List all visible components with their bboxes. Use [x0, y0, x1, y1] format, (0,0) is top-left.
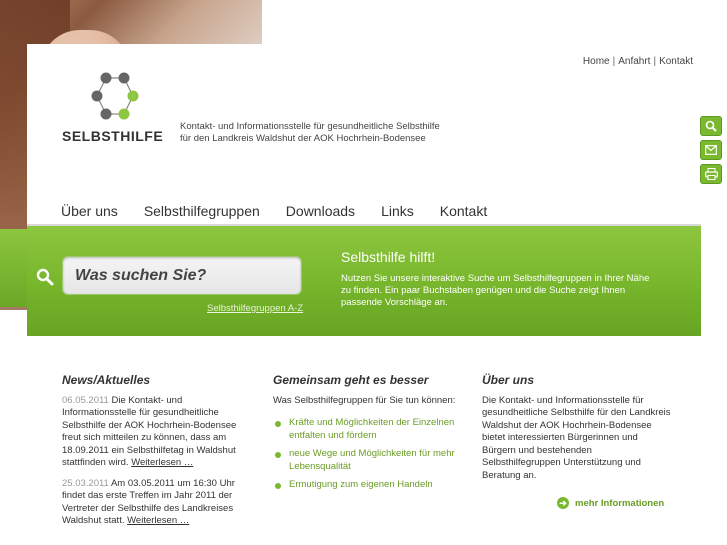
- list-item: neue Wege und Möglichkeiten für mehr Leb…: [273, 448, 458, 473]
- nav-item-selbsthilfegruppen[interactable]: Selbsthilfegruppen: [144, 203, 260, 219]
- tagline-line-2: für den Landkreis Waldshut der AOK Hochr…: [180, 133, 426, 144]
- top-navigation: Home | Anfahrt | Kontakt: [583, 56, 693, 67]
- ueber-column: Über uns Die Kontakt- und Informationsst…: [482, 374, 672, 482]
- side-print-button[interactable]: [700, 164, 722, 184]
- print-icon: [704, 168, 718, 180]
- side-search-button[interactable]: [700, 116, 722, 136]
- news-read-more-link[interactable]: Weiterlesen …: [127, 515, 189, 526]
- side-mail-button[interactable]: [700, 140, 722, 160]
- top-nav-kontakt[interactable]: Kontakt: [659, 56, 693, 67]
- gemeinsam-column: Gemeinsam geht es besser Was Selbsthilfe…: [273, 374, 458, 498]
- gemeinsam-title: Gemeinsam geht es besser: [273, 373, 429, 387]
- search-input[interactable]: [63, 257, 295, 294]
- hilft-title: Selbsthilfe hilft!: [341, 249, 436, 265]
- nav-item-kontakt[interactable]: Kontakt: [440, 203, 487, 219]
- gemeinsam-intro: Was Selbsthilfegruppen für Sie tun könne…: [273, 394, 456, 406]
- gemeinsam-list: Kräfte und Möglichkeiten der Einzelnen e…: [273, 417, 458, 492]
- tagline-line-1: Kontakt- und Informationsstelle für gesu…: [180, 121, 440, 132]
- nav-item-ueber-uns[interactable]: Über uns: [61, 203, 118, 219]
- nav-item-links[interactable]: Links: [381, 203, 414, 219]
- ueber-text: Die Kontakt- und Informationsstelle für …: [482, 394, 671, 481]
- more-information-link[interactable]: ➜ mehr Informationen: [557, 497, 664, 509]
- logo-text[interactable]: SELBSTHILFE: [62, 128, 163, 144]
- top-nav-home[interactable]: Home: [583, 56, 610, 67]
- top-nav-separator: |: [653, 56, 657, 67]
- top-nav-anfahrt[interactable]: Anfahrt: [618, 56, 650, 67]
- news-date: 06.05.2011: [62, 394, 109, 406]
- mail-icon: [705, 145, 717, 155]
- magnifier-icon: [36, 268, 54, 286]
- green-band-edge: [0, 229, 27, 307]
- search-box: [62, 256, 302, 295]
- tagline: Kontakt- und Informationsstelle für gesu…: [180, 121, 440, 145]
- news-item: 25.03.2011 Am 03.05.2011 um 16:30 Uhr fi…: [62, 478, 242, 528]
- hilft-text: Nutzen Sie unsere interaktive Suche um S…: [341, 273, 650, 308]
- more-information-label: mehr Informationen: [575, 497, 665, 509]
- news-read-more-link[interactable]: Weiterlesen …: [131, 457, 193, 468]
- selbsthilfe-logo-icon[interactable]: [85, 70, 145, 122]
- list-item: Kräfte und Möglichkeiten der Einzelnen e…: [273, 417, 458, 442]
- news-title: News/Aktuelles: [62, 373, 151, 387]
- news-date: 25.03.2011: [62, 477, 109, 489]
- ueber-title: Über uns: [482, 373, 535, 387]
- arrow-right-icon: ➜: [557, 497, 569, 509]
- list-item: Ermutigung zum eigenen Handeln: [273, 479, 458, 492]
- selbsthilfegruppen-az-link[interactable]: Selbsthilfegruppen A-Z: [207, 303, 303, 314]
- news-item: 06.05.2011 Die Kontakt- und Informations…: [62, 395, 242, 470]
- search-icon: [705, 120, 717, 132]
- news-column: News/Aktuelles 06.05.2011 Die Kontakt- u…: [62, 374, 242, 528]
- top-nav-separator: |: [612, 56, 616, 67]
- main-navigation: Über uns Selbsthilfegruppen Downloads Li…: [61, 203, 513, 219]
- nav-item-downloads[interactable]: Downloads: [286, 203, 355, 219]
